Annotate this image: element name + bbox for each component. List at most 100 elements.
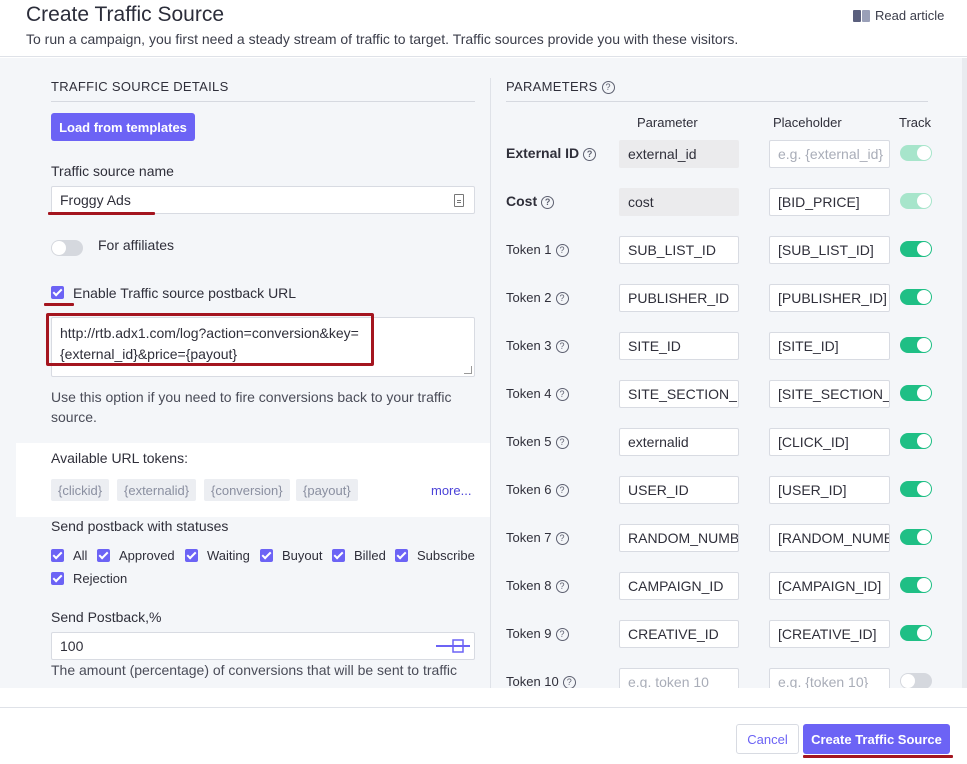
field-options-icon[interactable] — [454, 194, 464, 207]
track-toggle[interactable] — [900, 433, 932, 449]
parameter-row-label: External ID? — [506, 145, 597, 161]
send-postback-input[interactable]: 100 — [51, 632, 475, 660]
help-icon[interactable]: ? — [583, 147, 597, 161]
parameter-input: cost — [619, 188, 739, 216]
token-chip-clickid[interactable]: {clickid} — [51, 479, 110, 501]
annotation-underline-name — [48, 212, 155, 215]
parameter-input[interactable]: CREATIVE_ID — [619, 620, 739, 648]
status-waiting-checkbox[interactable] — [185, 549, 198, 562]
parameter-row-label: Token 8? — [506, 578, 569, 593]
parameter-input[interactable]: PUBLISHER_ID — [619, 284, 739, 312]
help-icon[interactable]: ? — [555, 531, 569, 545]
help-icon[interactable]: ? — [562, 675, 576, 688]
track-toggle[interactable] — [900, 337, 932, 353]
help-icon[interactable]: ? — [555, 291, 569, 305]
parameter-input[interactable]: CAMPAIGN_ID — [619, 572, 739, 600]
parameter-input[interactable]: SITE_SECTION_ID — [619, 380, 739, 408]
parameters-section-title: PARAMETERS? — [506, 79, 615, 94]
help-icon[interactable]: ? — [555, 579, 569, 593]
annotation-underline-checkbox — [44, 303, 74, 306]
postback-help-line-1: Use this option if you need to fire conv… — [51, 389, 452, 405]
form-body: TRAFFIC SOURCE DETAILS Load from templat… — [0, 58, 967, 688]
help-icon[interactable]: ? — [541, 195, 555, 209]
url-tokens-label: Available URL tokens: — [51, 450, 188, 466]
help-icon[interactable]: ? — [555, 243, 569, 257]
token-chip-payout[interactable]: {payout} — [296, 479, 358, 501]
tokens-more-link[interactable]: more... — [431, 483, 471, 498]
parameters-section-divider — [506, 101, 928, 102]
page-title: Create Traffic Source — [26, 3, 225, 26]
track-toggle — [900, 145, 932, 161]
traffic-source-name-input[interactable]: Froggy Ads — [51, 186, 475, 214]
column-header-placeholder: Placeholder — [773, 115, 842, 130]
status-all-label: All — [73, 548, 88, 563]
status-rejection-checkbox[interactable] — [51, 572, 64, 585]
parameter-input[interactable]: RANDOM_NUMBER — [619, 524, 739, 552]
track-toggle — [900, 193, 932, 209]
track-toggle[interactable] — [900, 481, 932, 497]
placeholder-input[interactable]: [SITE_SECTION_ID] — [769, 380, 890, 408]
traffic-source-details-panel: TRAFFIC SOURCE DETAILS Load from templat… — [0, 58, 490, 688]
stepper-icon[interactable] — [436, 639, 472, 653]
status-all-checkbox[interactable] — [51, 549, 64, 562]
help-icon[interactable]: ? — [555, 483, 569, 497]
parameter-row-label-text: Token 9 — [506, 626, 552, 641]
status-buyout-checkbox[interactable] — [260, 549, 273, 562]
create-traffic-source-button[interactable]: Create Traffic Source — [803, 724, 950, 754]
token-chip-externalid[interactable]: {externalid} — [117, 479, 197, 501]
form-footer: Cancel Create Traffic Source — [0, 707, 967, 764]
parameter-input[interactable]: SITE_ID — [619, 332, 739, 360]
read-article-link[interactable]: Read article — [853, 8, 944, 23]
load-from-templates-button[interactable]: Load from templates — [51, 113, 195, 141]
parameter-row-label-text: Token 2 — [506, 290, 552, 305]
help-icon[interactable]: ? — [555, 627, 569, 641]
for-affiliates-toggle[interactable] — [51, 240, 83, 256]
placeholder-input[interactable]: e.g. {external_id} — [769, 140, 890, 168]
scrollbar[interactable] — [962, 58, 967, 688]
token-chip-conversion[interactable]: {conversion} — [204, 479, 290, 501]
resize-handle[interactable] — [464, 366, 472, 374]
placeholder-input[interactable]: [BID_PRICE] — [769, 188, 890, 216]
help-icon[interactable]: ? — [555, 435, 569, 449]
parameter-input[interactable]: externalid — [619, 428, 739, 456]
help-icon[interactable]: ? — [555, 387, 569, 401]
parameter-row-label: Token 10? — [506, 674, 576, 688]
enable-postback-checkbox[interactable] — [51, 286, 64, 299]
help-icon[interactable]: ? — [555, 339, 569, 353]
send-postback-help: The amount (percentage) of conversions t… — [51, 662, 457, 678]
placeholder-input[interactable]: [CREATIVE_ID] — [769, 620, 890, 648]
placeholder-input[interactable]: [USER_ID] — [769, 476, 890, 504]
placeholder-input[interactable]: [PUBLISHER_ID] — [769, 284, 890, 312]
cancel-button[interactable]: Cancel — [736, 724, 799, 754]
placeholder-input[interactable]: [SUB_LIST_ID] — [769, 236, 890, 264]
status-approved-checkbox[interactable] — [97, 549, 110, 562]
track-toggle[interactable] — [900, 625, 932, 641]
placeholder-input[interactable]: [CLICK_ID] — [769, 428, 890, 456]
parameters-panel: PARAMETERS? Parameter Placeholder Track … — [491, 58, 967, 688]
placeholder-input[interactable]: [RANDOM_NUMBER] — [769, 524, 890, 552]
track-toggle[interactable] — [900, 289, 932, 305]
traffic-source-name-label: Traffic source name — [51, 163, 174, 179]
for-affiliates-label: For affiliates — [98, 237, 174, 253]
status-billed-checkbox[interactable] — [332, 549, 345, 562]
status-subscribe-checkbox[interactable] — [395, 549, 408, 562]
placeholder-input[interactable]: [CAMPAIGN_ID] — [769, 572, 890, 600]
parameter-row-label: Token 2? — [506, 290, 569, 305]
send-postback-value: 100 — [60, 638, 84, 654]
page-subtitle: To run a campaign, you first need a stea… — [26, 31, 739, 47]
parameter-input[interactable]: SUB_LIST_ID — [619, 236, 739, 264]
postback-help-text: Use this option if you need to fire conv… — [51, 387, 452, 427]
track-toggle[interactable] — [900, 241, 932, 257]
track-toggle[interactable] — [900, 385, 932, 401]
details-section-title: TRAFFIC SOURCE DETAILS — [51, 79, 229, 94]
placeholder-input[interactable]: e.g. {token 10} — [769, 668, 890, 688]
parameter-input[interactable]: USER_ID — [619, 476, 739, 504]
status-approved-label: Approved — [119, 548, 175, 563]
read-article-label: Read article — [875, 8, 945, 23]
help-icon[interactable]: ? — [601, 80, 615, 94]
track-toggle[interactable] — [900, 529, 932, 545]
parameter-input[interactable]: e.g. token 10 — [619, 668, 739, 688]
track-toggle[interactable] — [900, 577, 932, 593]
placeholder-input[interactable]: [SITE_ID] — [769, 332, 890, 360]
track-toggle[interactable] — [900, 673, 932, 688]
